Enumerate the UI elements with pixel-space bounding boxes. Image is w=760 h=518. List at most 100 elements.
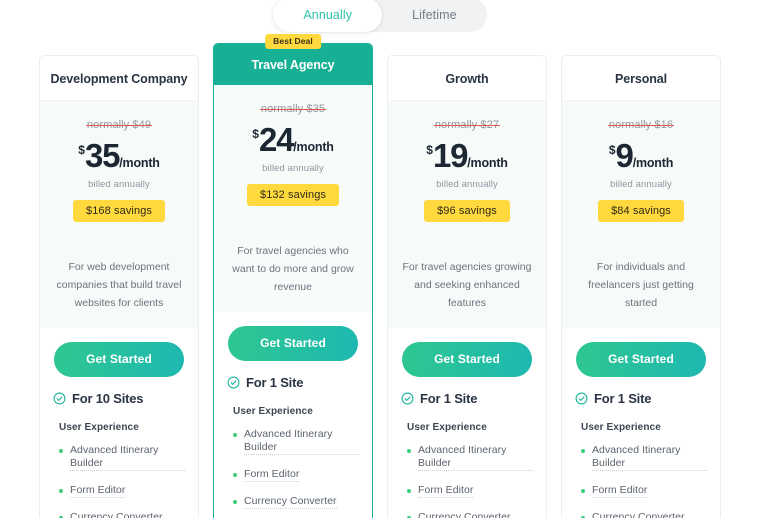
- feature-list: User Experience Advanced Itinerary Builde…: [562, 406, 720, 518]
- feature-item: Advanced Itinerary Builder: [581, 444, 707, 472]
- price-amount: 35: [84, 137, 121, 174]
- feature-group-title: User Experience: [59, 422, 139, 434]
- feature-label[interactable]: Advanced Itinerary Builder: [418, 444, 533, 472]
- bullet-included-icon: [233, 499, 237, 504]
- currency-symbol: $: [608, 143, 616, 157]
- bullet-included-icon: [407, 449, 411, 454]
- billing-frequency-note: billed annually: [262, 163, 324, 174]
- feature-label[interactable]: Advanced Itinerary Builder: [70, 444, 185, 472]
- feature-list: User Experience Advanced Itinerary Builde…: [388, 406, 546, 518]
- price-period: /month: [467, 156, 508, 170]
- feature-item: Currency Converter: [407, 511, 533, 518]
- plan-title: Growth: [388, 56, 546, 100]
- original-price-strikethrough: normally $27: [433, 119, 501, 131]
- billing-toggle-container: Annually Lifetime: [0, 0, 760, 32]
- savings-badge: $96 savings: [424, 200, 510, 222]
- bullet-included-icon: [59, 488, 63, 493]
- cta-container: Get Started: [214, 312, 372, 362]
- currency-symbol: $: [426, 143, 433, 157]
- plan-title: Travel Agency: [214, 44, 372, 85]
- feature-group-title: User Experience: [581, 422, 661, 434]
- sites-allowance-row: For 10 Sites: [40, 377, 198, 407]
- feature-label[interactable]: Form Editor: [418, 484, 474, 499]
- feature-item: Form Editor: [407, 484, 533, 499]
- price-period: /month: [293, 140, 334, 154]
- sites-allowance-label: For 1 Site: [246, 375, 304, 391]
- pricing-card-development-company: Development Company normally $49 $35/month…: [39, 55, 199, 518]
- billing-toggle-option-annually[interactable]: Annually: [273, 0, 383, 32]
- original-price-strikethrough: normally $35: [259, 103, 327, 115]
- best-deal-ribbon: Best Deal: [265, 34, 321, 49]
- price-period: /month: [632, 156, 674, 170]
- bullet-included-icon: [581, 449, 585, 454]
- bullet-included-icon: [233, 472, 237, 477]
- bullet-included-icon: [407, 488, 411, 493]
- price-row: $19/month: [398, 139, 536, 172]
- plan-description: For individuals and freelancers just get…: [562, 242, 720, 329]
- savings-badge: $132 savings: [246, 184, 340, 206]
- cta-container: Get Started: [40, 328, 198, 378]
- original-price-strikethrough: normally $49: [85, 119, 153, 131]
- get-started-button[interactable]: Get Started: [402, 342, 532, 378]
- feature-item: Form Editor: [59, 484, 185, 499]
- get-started-button[interactable]: Get Started: [54, 342, 184, 378]
- savings-badge: $84 savings: [598, 200, 684, 222]
- bullet-included-icon: [581, 488, 585, 493]
- sites-allowance-row: For 1 Site: [214, 361, 372, 391]
- feature-group-title: User Experience: [407, 422, 487, 434]
- price-block: normally $16 $9/month billed annually $84 s…: [562, 100, 720, 242]
- feature-label[interactable]: Form Editor: [592, 484, 648, 499]
- pricing-card-grid: Development Company normally $49 $35/month…: [0, 32, 760, 518]
- price-period: /month: [119, 156, 160, 170]
- feature-label[interactable]: Currency Converter: [70, 511, 163, 518]
- feature-label[interactable]: Advanced Itinerary Builder: [592, 444, 707, 472]
- price-block: normally $27 $19/month billed annually $96 …: [388, 100, 546, 242]
- feature-label[interactable]: Form Editor: [244, 468, 300, 483]
- plan-description: For web development companies that build…: [40, 242, 198, 329]
- currency-symbol: $: [252, 127, 259, 141]
- check-circle-icon: [401, 392, 414, 405]
- currency-symbol: $: [78, 143, 85, 157]
- feature-list: User Experience Advanced Itinerary Builde…: [214, 390, 372, 518]
- feature-item: Currency Converter: [581, 511, 707, 518]
- price-block: normally $49 $35/month billed annually $168…: [40, 100, 198, 242]
- check-circle-icon: [575, 392, 588, 405]
- pricing-card-travel-agency: Best Deal Travel Agency normally $35 $24/mo…: [213, 34, 373, 518]
- sites-allowance-label: For 10 Sites: [72, 391, 144, 407]
- price-row: $24/month: [224, 123, 362, 156]
- sites-allowance-row: For 1 Site: [388, 377, 546, 407]
- feature-label[interactable]: Currency Converter: [244, 495, 337, 509]
- sites-allowance-label: For 1 Site: [420, 391, 478, 407]
- price-row: $35/month: [50, 139, 188, 172]
- feature-label[interactable]: Form Editor: [70, 484, 126, 499]
- billing-period-toggle[interactable]: Annually Lifetime: [273, 0, 487, 32]
- feature-label[interactable]: Currency Converter: [592, 511, 685, 518]
- get-started-button[interactable]: Get Started: [576, 342, 706, 378]
- cta-container: Get Started: [388, 328, 546, 378]
- price-amount: 24: [258, 121, 295, 158]
- feature-label[interactable]: Currency Converter: [418, 511, 511, 518]
- check-circle-icon: [227, 376, 240, 389]
- original-price-strikethrough: normally $16: [607, 119, 675, 131]
- feature-list: User Experience Advanced Itinerary Builde…: [40, 406, 198, 518]
- feature-group-title: User Experience: [233, 406, 313, 418]
- billing-frequency-note: billed annually: [436, 179, 498, 190]
- billing-toggle-option-lifetime[interactable]: Lifetime: [382, 0, 487, 32]
- price-row: $9/month: [572, 139, 710, 172]
- pricing-card-personal: Personal normally $16 $9/month billed annua…: [561, 55, 721, 518]
- feature-item: Form Editor: [581, 484, 707, 499]
- feature-item: Advanced Itinerary Builder: [407, 444, 533, 472]
- get-started-button[interactable]: Get Started: [228, 326, 358, 362]
- feature-item: Advanced Itinerary Builder: [233, 428, 359, 456]
- plan-title: Personal: [562, 56, 720, 100]
- pricing-card-growth: Growth normally $27 $19/month billed annual…: [387, 55, 547, 518]
- bullet-included-icon: [233, 433, 237, 438]
- plan-description: For travel agencies who want to do more …: [214, 226, 372, 313]
- billing-frequency-note: billed annually: [88, 179, 150, 190]
- check-circle-icon: [53, 392, 66, 405]
- cta-container: Get Started: [562, 328, 720, 378]
- feature-label[interactable]: Advanced Itinerary Builder: [244, 428, 359, 456]
- sites-allowance-label: For 1 Site: [594, 391, 652, 407]
- price-amount: 9: [615, 137, 634, 174]
- price-block: normally $35 $24/month billed annually $132…: [214, 85, 372, 226]
